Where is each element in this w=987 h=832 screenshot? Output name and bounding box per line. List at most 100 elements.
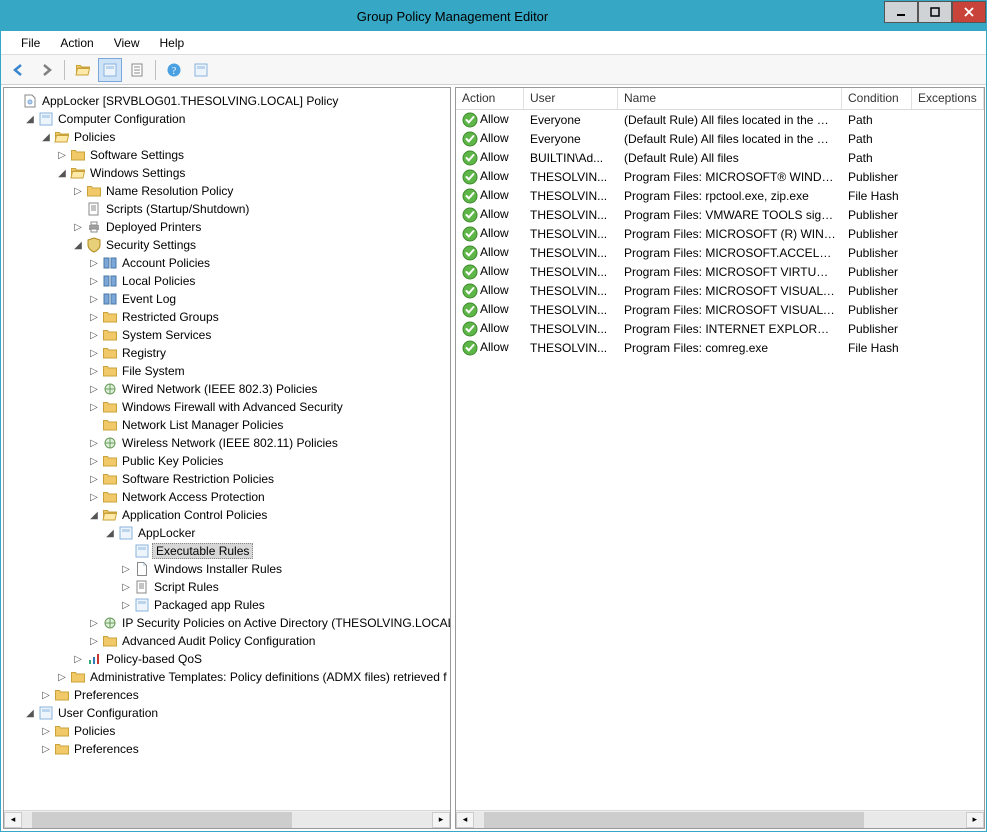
cell-user: Everyone <box>524 132 618 146</box>
tree-msi-rules[interactable]: ▷Windows Installer Rules <box>120 560 450 578</box>
cell-user: THESOLVIN... <box>524 341 618 355</box>
tree-restricted-groups[interactable]: ▷Restricted Groups <box>88 308 450 326</box>
tree-event-log[interactable]: ▷Event Log <box>88 290 450 308</box>
column-headers[interactable]: Action User Name Condition Exceptions <box>456 88 984 110</box>
column-name[interactable]: Name <box>618 88 842 109</box>
bars-icon <box>86 651 102 667</box>
tree-account-policies[interactable]: ▷Account Policies <box>88 254 450 272</box>
tree-executable-rules[interactable]: Executable Rules <box>120 542 450 560</box>
tree-computer-configuration[interactable]: ◢ Computer Configuration <box>24 110 450 128</box>
cell-name: Program Files: MICROSOFT (R) WINDO... <box>618 227 842 241</box>
tree-policies[interactable]: ◢ Policies <box>40 128 450 146</box>
rule-row[interactable]: AllowTHESOLVIN...Program Files: MICROSOF… <box>456 224 984 243</box>
tree-advanced-audit[interactable]: ▷Advanced Audit Policy Configuration <box>88 632 450 650</box>
allow-icon <box>462 188 478 204</box>
tree-user-configuration[interactable]: ◢User Configuration <box>24 704 450 722</box>
cell-action: Allow <box>480 302 509 316</box>
folder-icon <box>102 399 118 415</box>
tree-root[interactable]: AppLocker [SRVBLOG01.THESOLVING.LOCAL] P… <box>8 92 450 110</box>
folder-icon <box>102 489 118 505</box>
toolbar-properties-button[interactable] <box>189 58 213 82</box>
tree-windows-settings[interactable]: ◢Windows Settings <box>56 164 450 182</box>
tree-file-system[interactable]: ▷File System <box>88 362 450 380</box>
tree-registry[interactable]: ▷Registry <box>88 344 450 362</box>
tree-software-restriction[interactable]: ▷Software Restriction Policies <box>88 470 450 488</box>
menubar: File Action View Help <box>1 31 986 55</box>
window-minimize-button[interactable] <box>884 1 918 23</box>
tree-public-key[interactable]: ▷Public Key Policies <box>88 452 450 470</box>
cell-name: Program Files: VMWARE TOOLS signed ... <box>618 208 842 222</box>
column-condition[interactable]: Condition <box>842 88 912 109</box>
rule-row[interactable]: AllowBUILTIN\Ad...(Default Rule) All fil… <box>456 148 984 167</box>
tree-ipsec[interactable]: ▷IP Security Policies on Active Director… <box>88 614 450 632</box>
policy-tree[interactable]: AppLocker [SRVBLOG01.THESOLVING.LOCAL] P… <box>8 92 450 758</box>
rule-row[interactable]: AllowTHESOLVIN...Program Files: INTERNET… <box>456 319 984 338</box>
tree-packaged-rules[interactable]: ▷Packaged app Rules <box>120 596 450 614</box>
book-icon <box>102 255 118 271</box>
rule-row[interactable]: AllowEveryone(Default Rule) All files lo… <box>456 129 984 148</box>
computer-icon <box>38 111 54 127</box>
rule-row[interactable]: AllowEveryone(Default Rule) All files lo… <box>456 110 984 129</box>
rule-row[interactable]: AllowTHESOLVIN...Program Files: rpctool.… <box>456 186 984 205</box>
rule-row[interactable]: AllowTHESOLVIN...Program Files: MICROSOF… <box>456 243 984 262</box>
cell-action: Allow <box>480 340 509 354</box>
rules-list[interactable]: AllowEveryone(Default Rule) All files lo… <box>456 110 984 810</box>
folder-icon <box>54 741 70 757</box>
allow-icon <box>462 245 478 261</box>
tree-user-policies[interactable]: ▷Policies <box>40 722 450 740</box>
rule-row[interactable]: AllowTHESOLVIN...Program Files: MICROSOF… <box>456 167 984 186</box>
folder-icon <box>70 669 86 685</box>
tree-system-services[interactable]: ▷System Services <box>88 326 450 344</box>
tree-preferences[interactable]: ▷Preferences <box>40 686 450 704</box>
menu-file[interactable]: File <box>11 34 50 52</box>
cell-name: Program Files: comreg.exe <box>618 341 842 355</box>
tree-software-settings[interactable]: ▷Software Settings <box>56 146 450 164</box>
cell-name: Program Files: rpctool.exe, zip.exe <box>618 189 842 203</box>
window-maximize-button[interactable] <box>918 1 952 23</box>
details-pane: Action User Name Condition Exceptions Al… <box>455 87 985 829</box>
network-icon <box>102 381 118 397</box>
tree-script-rules[interactable]: ▷Script Rules <box>120 578 450 596</box>
menu-action[interactable]: Action <box>50 34 103 52</box>
rule-row[interactable]: AllowTHESOLVIN...Program Files: VMWARE T… <box>456 205 984 224</box>
tree-application-control[interactable]: ◢Application Control Policies <box>88 506 450 524</box>
menu-help[interactable]: Help <box>150 34 195 52</box>
column-exceptions[interactable]: Exceptions <box>912 88 984 109</box>
tree-name-resolution[interactable]: ▷Name Resolution Policy <box>72 182 450 200</box>
cell-condition: Publisher <box>842 170 912 184</box>
toolbar-forward-button[interactable] <box>34 58 58 82</box>
toolbar-showhide-button[interactable] <box>98 58 122 82</box>
allow-icon <box>462 207 478 223</box>
rule-row[interactable]: Allow THESOLVIN...Program Files: comreg.e… <box>456 338 984 357</box>
tree-network-list[interactable]: Network List Manager Policies <box>88 416 450 434</box>
cell-name: Program Files: MICROSOFT VISUAL C+... <box>618 284 842 298</box>
tree-wired-network[interactable]: ▷Wired Network (IEEE 802.3) Policies <box>88 380 450 398</box>
tree-horizontal-scrollbar[interactable]: ◂▸ <box>4 810 450 828</box>
toolbar-help-button[interactable] <box>162 58 186 82</box>
rule-row[interactable]: AllowTHESOLVIN...Program Files: MICROSOF… <box>456 300 984 319</box>
list-horizontal-scrollbar[interactable]: ◂▸ <box>456 810 984 828</box>
tree-applocker[interactable]: ◢AppLocker <box>104 524 450 542</box>
toolbar-up-button[interactable] <box>71 58 95 82</box>
tree-security-settings[interactable]: ◢Security Settings <box>72 236 450 254</box>
column-action[interactable]: Action <box>456 88 524 109</box>
tree-user-preferences[interactable]: ▷Preferences <box>40 740 450 758</box>
rule-row[interactable]: AllowTHESOLVIN...Program Files: MICROSOF… <box>456 281 984 300</box>
tree-wireless-network[interactable]: ▷Wireless Network (IEEE 802.11) Policies <box>88 434 450 452</box>
window-close-button[interactable] <box>952 1 986 23</box>
toolbar-back-button[interactable] <box>7 58 31 82</box>
tree-deployed-printers[interactable]: ▷Deployed Printers <box>72 218 450 236</box>
folder-icon <box>102 309 118 325</box>
rule-row[interactable]: AllowTHESOLVIN...Program Files: MICROSOF… <box>456 262 984 281</box>
column-user[interactable]: User <box>524 88 618 109</box>
tree-nap[interactable]: ▷Network Access Protection <box>88 488 450 506</box>
tree-windows-firewall[interactable]: ▷Windows Firewall with Advanced Security <box>88 398 450 416</box>
menu-view[interactable]: View <box>104 34 150 52</box>
toolbar-export-button[interactable] <box>125 58 149 82</box>
tree-local-policies[interactable]: ▷Local Policies <box>88 272 450 290</box>
tree-policy-qos[interactable]: ▷Policy-based QoS <box>72 650 450 668</box>
folder-icon <box>102 327 118 343</box>
tree-admin-templates[interactable]: ▷Administrative Templates: Policy defini… <box>56 668 450 686</box>
tree-scripts[interactable]: Scripts (Startup/Shutdown) <box>72 200 450 218</box>
cell-user: THESOLVIN... <box>524 303 618 317</box>
